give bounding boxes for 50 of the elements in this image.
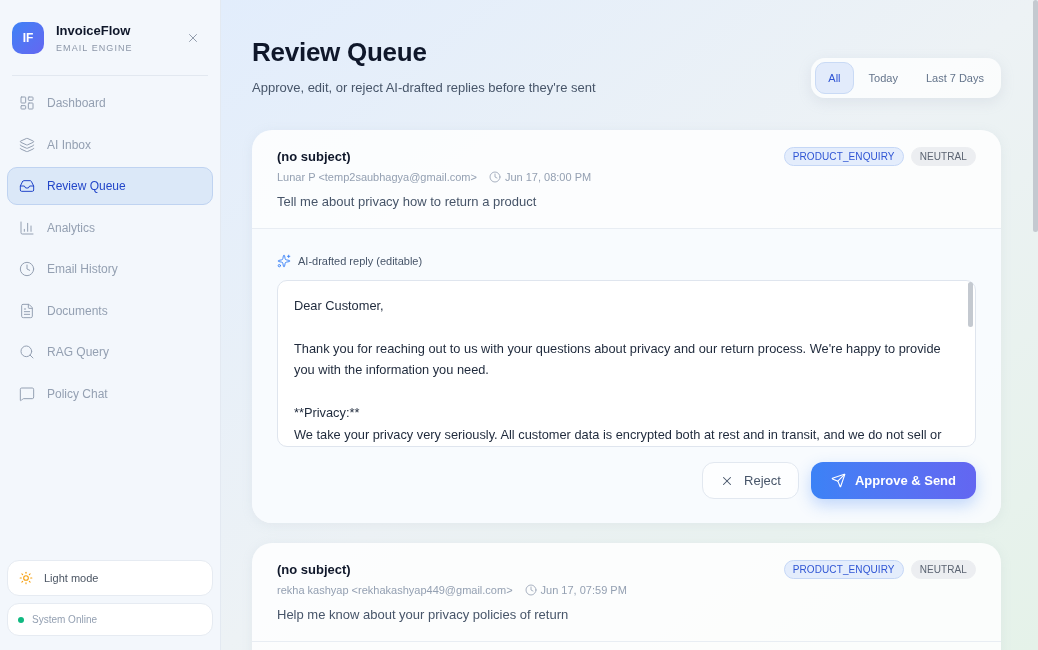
tag: PRODUCT_ENQUIRY xyxy=(783,147,904,166)
bar-chart-icon xyxy=(19,219,35,236)
approve-send-button[interactable]: Approve & Send xyxy=(810,462,976,499)
app-subtitle: EMAIL ENGINE xyxy=(56,41,134,54)
draft-label: AI-drafted reply (editable) xyxy=(298,254,423,269)
nav-item[interactable]: Dashboard xyxy=(7,84,213,122)
clock-icon xyxy=(524,584,537,596)
send-icon xyxy=(830,473,846,488)
search-icon xyxy=(19,344,35,360)
inbox-icon xyxy=(19,178,35,194)
clock-icon xyxy=(19,261,35,277)
filter-tab[interactable]: Last 7 Days xyxy=(912,62,997,94)
close-icon[interactable] xyxy=(186,31,200,45)
nav-item[interactable]: Review Queue xyxy=(7,167,213,205)
tag: PRODUCT_ENQUIRY xyxy=(783,560,904,579)
sender-text: Lunar P <temp2saubhagya@gmail.com> xyxy=(277,170,477,184)
reply-text-field[interactable]: Dear Customer, Thank you for reaching out to us with your questions about privacy and our return process. We're happy to provide you with the information you need. **Privacy:** We take your privacy very seriously. All customer data is encrypted both at rest and in transit, and we do not sell or xyxy=(277,279,976,447)
layers-icon xyxy=(19,136,35,153)
email-subject: (no subject) xyxy=(277,149,352,165)
email-body: Tell me about privacy how to return a product xyxy=(277,193,538,211)
tag: NEUTRAL xyxy=(910,560,976,579)
status-text: System Online xyxy=(32,613,98,627)
page-title: Review Queue xyxy=(252,36,428,68)
filter-tab[interactable]: Today xyxy=(855,62,911,94)
scrollbar-thumb[interactable] xyxy=(968,281,973,327)
email-subject: (no subject) xyxy=(277,562,352,578)
nav-item[interactable]: RAG Query xyxy=(7,333,213,371)
email-body: Help me know about your privacy policies of return xyxy=(277,606,570,624)
sun-icon xyxy=(19,571,33,585)
nav-item[interactable]: AI Inbox xyxy=(7,125,213,164)
chat-bubble-icon xyxy=(19,385,35,402)
nav-item[interactable]: Analytics xyxy=(7,208,213,247)
nav-item[interactable]: Documents xyxy=(7,291,213,330)
nav-item[interactable]: Email History xyxy=(7,250,213,288)
email-time: Jun 17, 08:00 PM xyxy=(504,170,592,184)
logo-tile: IF xyxy=(12,22,44,54)
page-subtitle: Approve, edit, or reject AI-drafted replies before they're sent xyxy=(252,80,596,96)
sender-text: rekha kashyap <rekhakashyap449@gmail.com> xyxy=(277,583,513,597)
theme-toggle[interactable]: Light mode xyxy=(7,560,213,596)
reject-button[interactable]: Reject xyxy=(702,462,799,499)
nav-item[interactable]: Policy Chat xyxy=(7,374,213,413)
tag: NEUTRAL xyxy=(910,147,976,166)
filter-tab[interactable]: All xyxy=(815,62,854,94)
scrollbar-thumb[interactable] xyxy=(1033,0,1038,232)
email-time: Jun 17, 07:59 PM xyxy=(540,583,627,597)
clock-icon xyxy=(488,171,501,183)
grid-icon xyxy=(19,95,35,111)
sparkles-icon xyxy=(277,254,291,269)
app-title: InvoiceFlow xyxy=(56,22,132,39)
document-icon xyxy=(19,302,35,319)
